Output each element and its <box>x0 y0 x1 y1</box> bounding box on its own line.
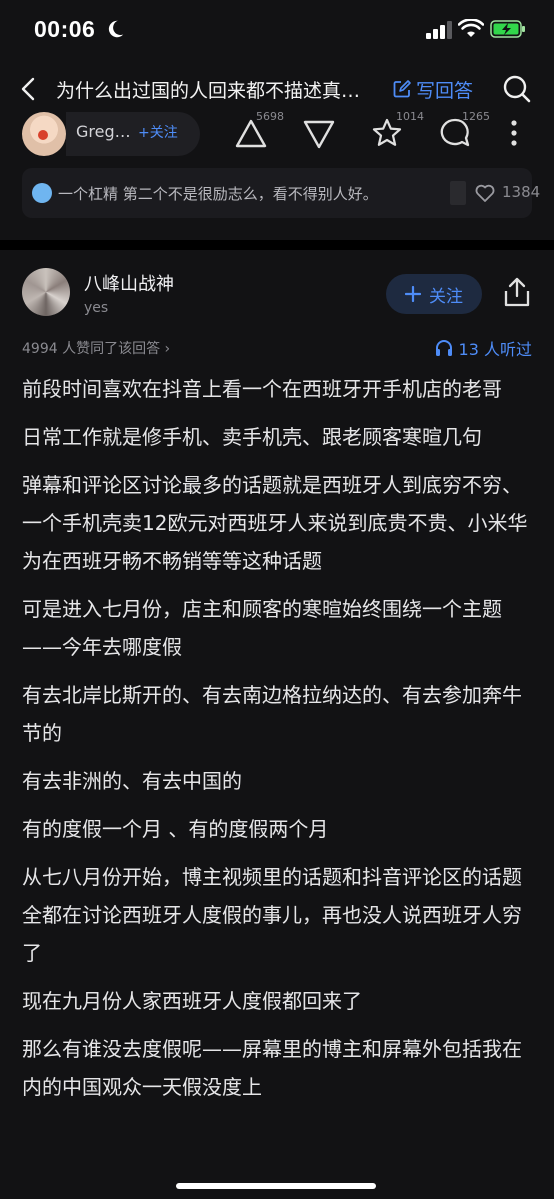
plus-icon <box>405 286 421 302</box>
battery-charging-icon <box>490 20 525 38</box>
top-comment-preview[interactable]: 一个杠精 第二个不是很励志么，看不得别人好。 1384 <box>22 168 540 218</box>
wifi-icon <box>458 19 484 37</box>
answer-paragraph: 有去非洲的、有去中国的 <box>22 769 242 793</box>
answer-content: 前段时间喜欢在抖音上看一个在西班牙开手机店的老哥 日常工作就是修手机、卖手机壳、… <box>22 370 532 1116</box>
answer-paragraph: 那么有谁没去度假呢——屏幕里的博主和屏幕外包括我在内的中国观众一天假没度上 <box>22 1037 522 1099</box>
star-icon[interactable] <box>370 116 404 150</box>
moon-icon <box>108 20 124 38</box>
answer-paragraph: 前段时间喜欢在抖音上看一个在西班牙开手机店的老哥 <box>22 377 502 401</box>
answer-paragraph: 日常工作就是修手机、卖手机壳、跟老顾客寒暄几句 <box>22 425 482 449</box>
headphones-icon <box>435 340 452 356</box>
previous-author-name[interactable]: Greg… <box>76 122 131 141</box>
top-comment-like-count: 1384 <box>502 183 541 201</box>
downvote-icon[interactable] <box>302 116 336 150</box>
author-bio: yes <box>84 300 109 316</box>
author-avatar[interactable] <box>22 268 70 316</box>
back-arrow-icon[interactable] <box>18 76 40 102</box>
question-title[interactable]: 为什么出过国的人回来都不描述真… <box>56 76 378 103</box>
share-icon[interactable] <box>502 276 532 308</box>
home-indicator[interactable] <box>176 1183 376 1189</box>
commenter-avatar <box>32 183 52 203</box>
upvote-icon[interactable] <box>234 116 268 150</box>
more-options-icon[interactable] <box>510 118 518 148</box>
answer-author-row: 八峰山战神 yes 关注 <box>0 262 554 326</box>
status-bar: 00:06 <box>0 0 554 58</box>
edit-icon <box>393 80 411 98</box>
listen-count: 13 人听过 <box>458 340 532 359</box>
previous-author-avatar[interactable] <box>22 112 66 156</box>
listen-button[interactable]: 13 人听过 <box>435 336 532 360</box>
heart-icon[interactable] <box>474 182 496 204</box>
answer-paragraph: 弹幕和评论区讨论最多的话题就是西班牙人到底穷不穷、一个手机壳卖12欧元对西班牙人… <box>22 473 528 573</box>
follow-label: 关注 <box>429 286 463 307</box>
follow-button[interactable]: 关注 <box>386 274 482 314</box>
answer-paragraph: 从七八月份开始，博主视频里的话题和抖音评论区的话题全都在讨论西班牙人度假的事儿，… <box>22 865 522 965</box>
answer-paragraph: 有去北岸比斯开的、有去南边格拉纳达的、有去参加奔牛节的 <box>22 683 522 745</box>
comment-sticker-image <box>450 181 466 205</box>
answer-paragraph: 现在九月份人家西班牙人度假都回来了 <box>22 989 362 1013</box>
status-time: 00:06 <box>34 16 96 42</box>
search-icon[interactable] <box>502 74 532 104</box>
cellular-signal-icon <box>426 21 452 39</box>
section-divider <box>0 240 554 250</box>
answer-stats-row: 4994 人赞同了该回答 › 13 人听过 <box>0 336 554 360</box>
answer-paragraph: 可是进入七月份，店主和顾客的寒暄始终围绕一个主题——今年去哪度假 <box>22 597 502 659</box>
answer-paragraph: 有的度假一个月 、有的度假两个月 <box>22 817 329 841</box>
top-comment-text: 一个杠精 第二个不是很励志么，看不得别人好。 <box>58 185 378 203</box>
write-answer-label: 写回答 <box>416 79 474 102</box>
author-name[interactable]: 八峰山战神 <box>84 270 174 296</box>
previous-answer-toolbar: Greg… +关注 5698 1014 1265 <box>0 110 554 158</box>
previous-author-follow-button[interactable]: +关注 <box>138 122 178 142</box>
write-answer-button[interactable]: 写回答 <box>392 76 473 102</box>
agree-count-link[interactable]: 4994 人赞同了该回答 › <box>22 338 170 358</box>
comment-icon[interactable] <box>438 116 472 150</box>
